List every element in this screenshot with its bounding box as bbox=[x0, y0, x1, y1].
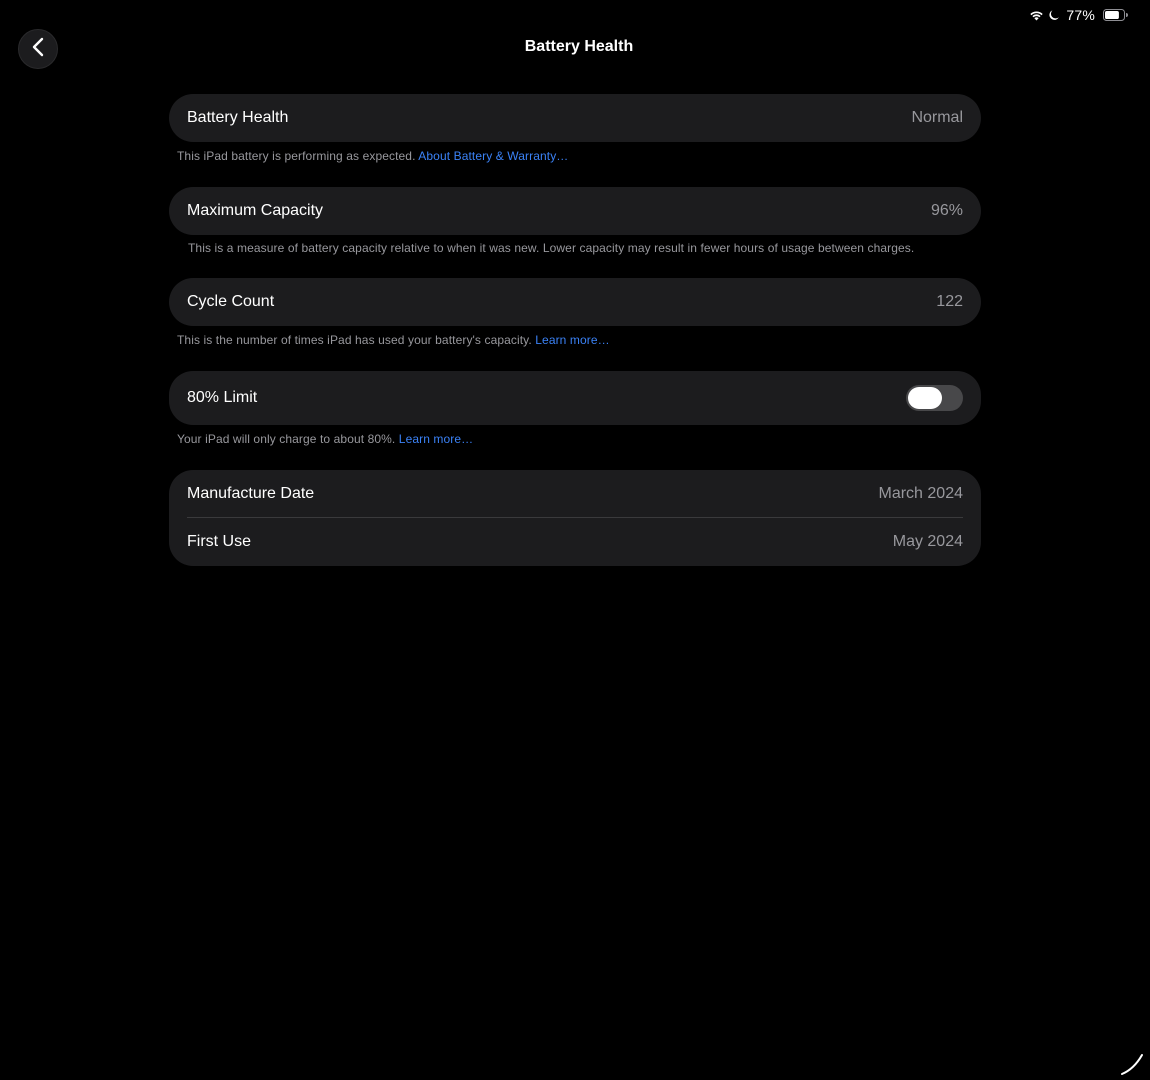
battery-health-value: Normal bbox=[911, 109, 963, 126]
limit-footnote: Your iPad will only charge to about 80%.… bbox=[177, 432, 473, 446]
maximum-capacity-card: Maximum Capacity 96% bbox=[169, 187, 981, 235]
toggle-knob bbox=[908, 387, 942, 409]
cycle-count-note: This is the number of times iPad has use… bbox=[177, 333, 532, 347]
battery-health-row: Battery Health Normal bbox=[169, 94, 981, 142]
battery-percent: 77% bbox=[1066, 7, 1095, 23]
cycle-count-label: Cycle Count bbox=[187, 293, 275, 310]
limit-note: Your iPad will only charge to about 80%. bbox=[177, 432, 396, 446]
dates-card: Manufacture Date March 2024 First Use Ma… bbox=[169, 470, 981, 566]
corner-edge-icon bbox=[1120, 1051, 1146, 1080]
limit-label: 80% Limit bbox=[187, 389, 258, 406]
limit-toggle[interactable] bbox=[906, 385, 963, 411]
battery-icon bbox=[1103, 9, 1128, 21]
about-battery-warranty-link[interactable]: About Battery & Warranty… bbox=[418, 149, 568, 163]
manufacture-date-row: Manufacture Date March 2024 bbox=[169, 470, 981, 517]
maximum-capacity-value: 96% bbox=[930, 202, 963, 219]
limit-learn-more-link[interactable]: Learn more… bbox=[399, 432, 473, 446]
battery-health-card: Battery Health Normal bbox=[169, 94, 981, 142]
maximum-capacity-row: Maximum Capacity 96% bbox=[169, 187, 981, 235]
first-use-label: First Use bbox=[187, 532, 251, 550]
maximum-capacity-footnote: This is a measure of battery capacity re… bbox=[188, 241, 915, 255]
page-title: Battery Health bbox=[524, 38, 634, 55]
first-use-value: May 2024 bbox=[892, 532, 963, 550]
first-use-row: First Use May 2024 bbox=[169, 518, 981, 565]
battery-health-label: Battery Health bbox=[187, 109, 289, 126]
manufacture-date-label: Manufacture Date bbox=[187, 484, 315, 502]
limit-card: 80% Limit bbox=[169, 371, 981, 425]
cycle-count-row: Cycle Count 122 bbox=[169, 278, 981, 326]
cycle-count-card: Cycle Count 122 bbox=[169, 278, 981, 326]
maximum-capacity-label: Maximum Capacity bbox=[187, 202, 324, 219]
wifi-icon bbox=[1029, 9, 1044, 21]
limit-row: 80% Limit bbox=[169, 371, 981, 425]
battery-health-footnote: This iPad battery is performing as expec… bbox=[177, 149, 568, 163]
cycle-count-value: 122 bbox=[936, 293, 963, 310]
status-bar: 77% bbox=[1029, 6, 1128, 24]
cycle-count-learn-more-link[interactable]: Learn more… bbox=[535, 333, 609, 347]
cycle-count-footnote: This is the number of times iPad has use… bbox=[177, 333, 610, 347]
moon-icon bbox=[1048, 9, 1060, 21]
manufacture-date-value: March 2024 bbox=[878, 484, 964, 502]
battery-health-note: This iPad battery is performing as expec… bbox=[177, 149, 416, 163]
